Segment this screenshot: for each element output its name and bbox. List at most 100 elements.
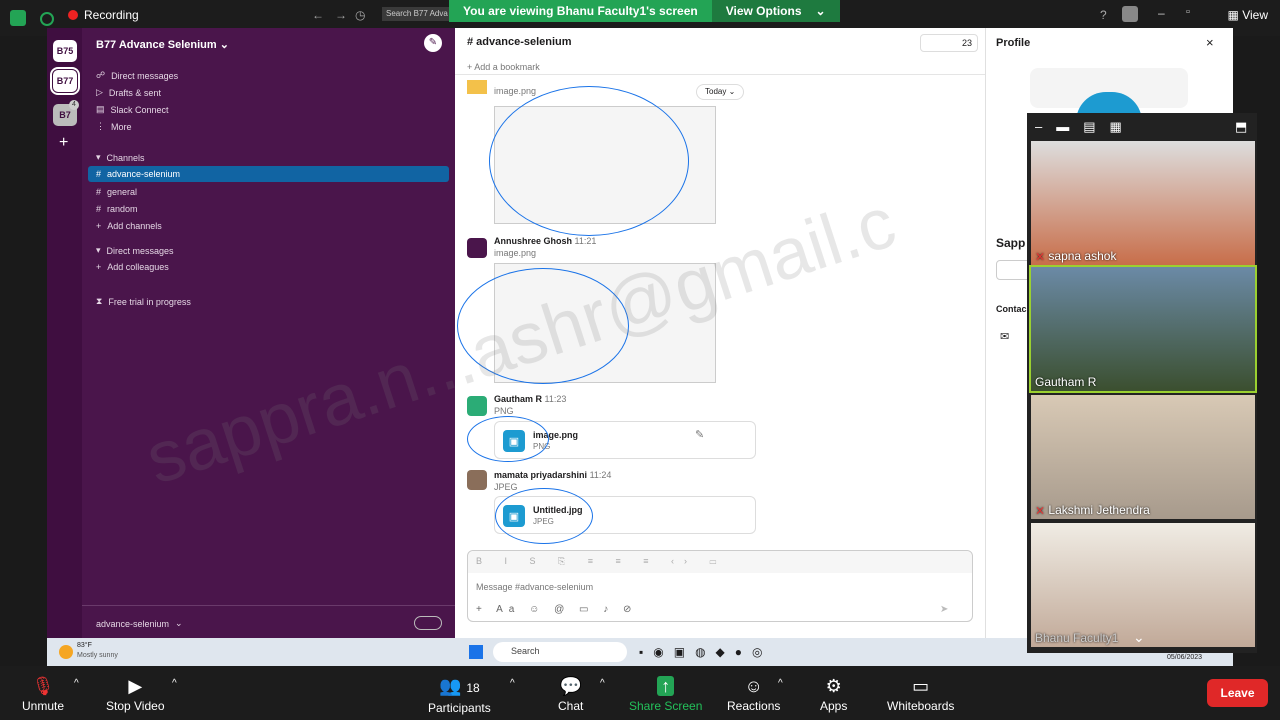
pencil-icon[interactable]: ✎	[695, 428, 704, 441]
today-divider-button[interactable]: Today ⌄	[696, 84, 745, 100]
add-channels-button[interactable]: + Add channels	[96, 221, 162, 231]
author-name[interactable]: Annushree Ghosh	[494, 236, 572, 246]
chat-button[interactable]: 💬 Chat	[558, 676, 583, 713]
timestamp[interactable]: 11:24	[590, 470, 612, 480]
author-name[interactable]: mamata priyadarshini	[494, 470, 587, 480]
workspace-b77[interactable]: B77	[50, 67, 80, 95]
reactions-button[interactable]: ☺ Reactions	[727, 676, 780, 713]
trial-link[interactable]: ⧗ Free trial in progress	[96, 296, 191, 307]
chevron-up-icon[interactable]: ^	[74, 678, 79, 689]
add-colleagues-button[interactable]: + Add colleagues	[96, 262, 169, 272]
composer-actions[interactable]: + Aa ☺ @ ▭ ♪ ⊘	[476, 604, 637, 615]
message-input[interactable]: Message #advance-selenium	[476, 582, 593, 592]
send-icon: ▷	[96, 87, 103, 97]
footer-channel[interactable]: advance-selenium ⌄	[96, 618, 183, 629]
sidebar-item-direct-messages[interactable]: ☍ Direct messages	[96, 70, 178, 81]
add-bookmark-button[interactable]: + Add a bookmark	[467, 62, 540, 72]
video-tile[interactable]: Gautham R	[1029, 265, 1257, 393]
participants-button[interactable]: 👥 18 Participants	[428, 676, 491, 715]
share-screen-button[interactable]: ↑ Share Screen	[629, 676, 702, 713]
taskbar-app-icons[interactable]: ▪◉▣◍◆●◎	[639, 645, 809, 659]
dm-header-label: Direct messages	[106, 245, 174, 256]
formatting-toolbar[interactable]: B I S ⎘ ≡ ≡ ≡ ‹› ▭	[468, 551, 972, 573]
timestamp[interactable]: 11:23	[545, 394, 567, 404]
whiteboards-button[interactable]: ▭ Whiteboards	[887, 676, 954, 713]
recording-indicator[interactable]: Recording	[68, 8, 139, 22]
today-label: Today	[705, 87, 727, 96]
sidebar-item-general[interactable]: # general	[96, 187, 137, 197]
add-workspace-icon[interactable]: +	[59, 134, 68, 152]
chevron-up-icon[interactable]: ^	[600, 678, 605, 689]
back-icon[interactable]: ←	[312, 8, 324, 22]
chevron-down-icon[interactable]: ⌄	[1133, 629, 1145, 646]
file-label[interactable]: image.png	[494, 86, 536, 96]
member-count[interactable]: 23	[920, 34, 978, 52]
sidebar-item-advance-selenium[interactable]: # advance-selenium	[88, 166, 449, 182]
sidebar-item-more[interactable]: ⋮ More	[96, 121, 132, 132]
view-options-button[interactable]: View Options ⌄	[711, 0, 840, 22]
video-layout-controls[interactable]: –▬▤▦	[1035, 119, 1136, 135]
exit-panel-icon[interactable]: ⬒	[1235, 119, 1247, 135]
share-screen-label: Share Screen	[629, 699, 703, 713]
sidebar-item-label: Slack Connect	[110, 104, 169, 115]
channel-title[interactable]: # advance-selenium	[467, 36, 572, 48]
chevron-up-icon[interactable]: ^	[172, 678, 177, 689]
sidebar-item-slack-connect[interactable]: ▤ Slack Connect	[96, 104, 169, 115]
close-icon[interactable]: ×	[1206, 35, 1214, 50]
file-label[interactable]: PNG	[494, 406, 514, 416]
participant-name: ⨯ Lakshmi Jethendra	[1035, 503, 1150, 517]
chat-label: Chat	[558, 699, 584, 713]
shield-icon[interactable]	[10, 10, 26, 26]
minimize-icon[interactable]: –	[1158, 6, 1165, 20]
avatar[interactable]	[467, 470, 487, 490]
author-name[interactable]: Gautham R	[494, 394, 542, 404]
maximize-icon[interactable]: ▫	[1186, 6, 1190, 18]
workspace-name[interactable]: B77 Advance Selenium ⌄	[96, 38, 229, 51]
chevron-up-icon[interactable]: ^	[510, 678, 515, 689]
avatar[interactable]	[467, 238, 487, 258]
stop-video-button[interactable]: ▶ Stop Video	[106, 676, 165, 713]
send-icon[interactable]: ➤	[940, 604, 948, 615]
workspace-b75[interactable]: B75	[53, 40, 77, 62]
dm-header[interactable]: ▾ Direct messages	[96, 245, 174, 256]
sidebar-item-label: random	[107, 204, 138, 214]
help-icon[interactable]: ?	[1100, 8, 1107, 22]
video-tile[interactable]: ⨯ Lakshmi Jethendra	[1031, 395, 1255, 519]
unmute-button[interactable]: 🎙 Unmute	[22, 676, 64, 713]
sidebar-item-label: general	[107, 187, 138, 197]
apps-button[interactable]: ⚙ Apps	[820, 676, 847, 713]
huddle-toggle[interactable]	[414, 616, 442, 630]
chevron-up-icon[interactable]: ^	[778, 678, 783, 689]
sidebar-item-label: Direct messages	[111, 70, 179, 81]
video-tile[interactable]: ⨯ sapna ashok	[1031, 141, 1255, 265]
chevron-down-icon: ⌄	[219, 39, 229, 51]
user-avatar[interactable]	[1122, 6, 1138, 22]
history-icon[interactable]: ◷	[355, 8, 365, 22]
timestamp[interactable]: 11:21	[575, 236, 597, 246]
channels-header[interactable]: ▾ Channels	[96, 152, 145, 163]
hash-icon: #	[96, 187, 102, 197]
windows-start-icon[interactable]	[469, 645, 483, 659]
slack-search-input[interactable]: Search B77 Adva	[382, 7, 452, 21]
mail-icon[interactable]: ✉	[1000, 330, 1009, 343]
avatar[interactable]	[467, 80, 487, 94]
compose-icon[interactable]: ✎	[424, 34, 442, 52]
file-label[interactable]: image.png	[494, 248, 536, 258]
sidebar-item-random[interactable]: # random	[96, 204, 138, 214]
weather-icon[interactable]	[59, 645, 73, 659]
sidebar-item-drafts[interactable]: ▷ Drafts & sent	[96, 87, 161, 98]
viewing-message: You are viewing Bhanu Faculty1's screen	[463, 4, 698, 18]
forward-icon[interactable]: →	[335, 8, 347, 22]
sidebar-item-label: More	[111, 121, 132, 132]
file-label[interactable]: JPEG	[494, 482, 518, 492]
taskbar-search[interactable]: Search	[493, 642, 627, 662]
participant-name: ⨯ sapna ashok	[1035, 249, 1117, 263]
bookmark-label: Add a bookmark	[474, 62, 540, 72]
plus-icon: +	[96, 262, 102, 272]
leave-button[interactable]: Leave	[1207, 679, 1268, 707]
dm-icon: ☍	[96, 70, 106, 80]
connection-icon[interactable]	[40, 12, 54, 26]
view-button[interactable]: ▦ View	[1228, 8, 1268, 22]
message-header: Annushree Ghosh 11:21	[494, 236, 596, 246]
trial-label: Free trial in progress	[108, 296, 191, 307]
